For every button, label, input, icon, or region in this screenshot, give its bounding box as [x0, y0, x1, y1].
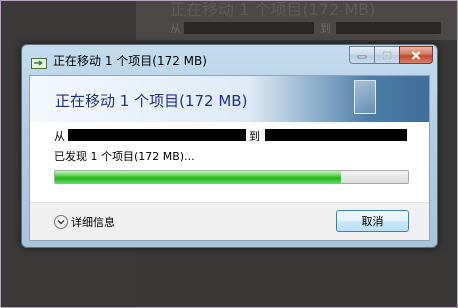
screenshot-border	[0, 0, 458, 308]
